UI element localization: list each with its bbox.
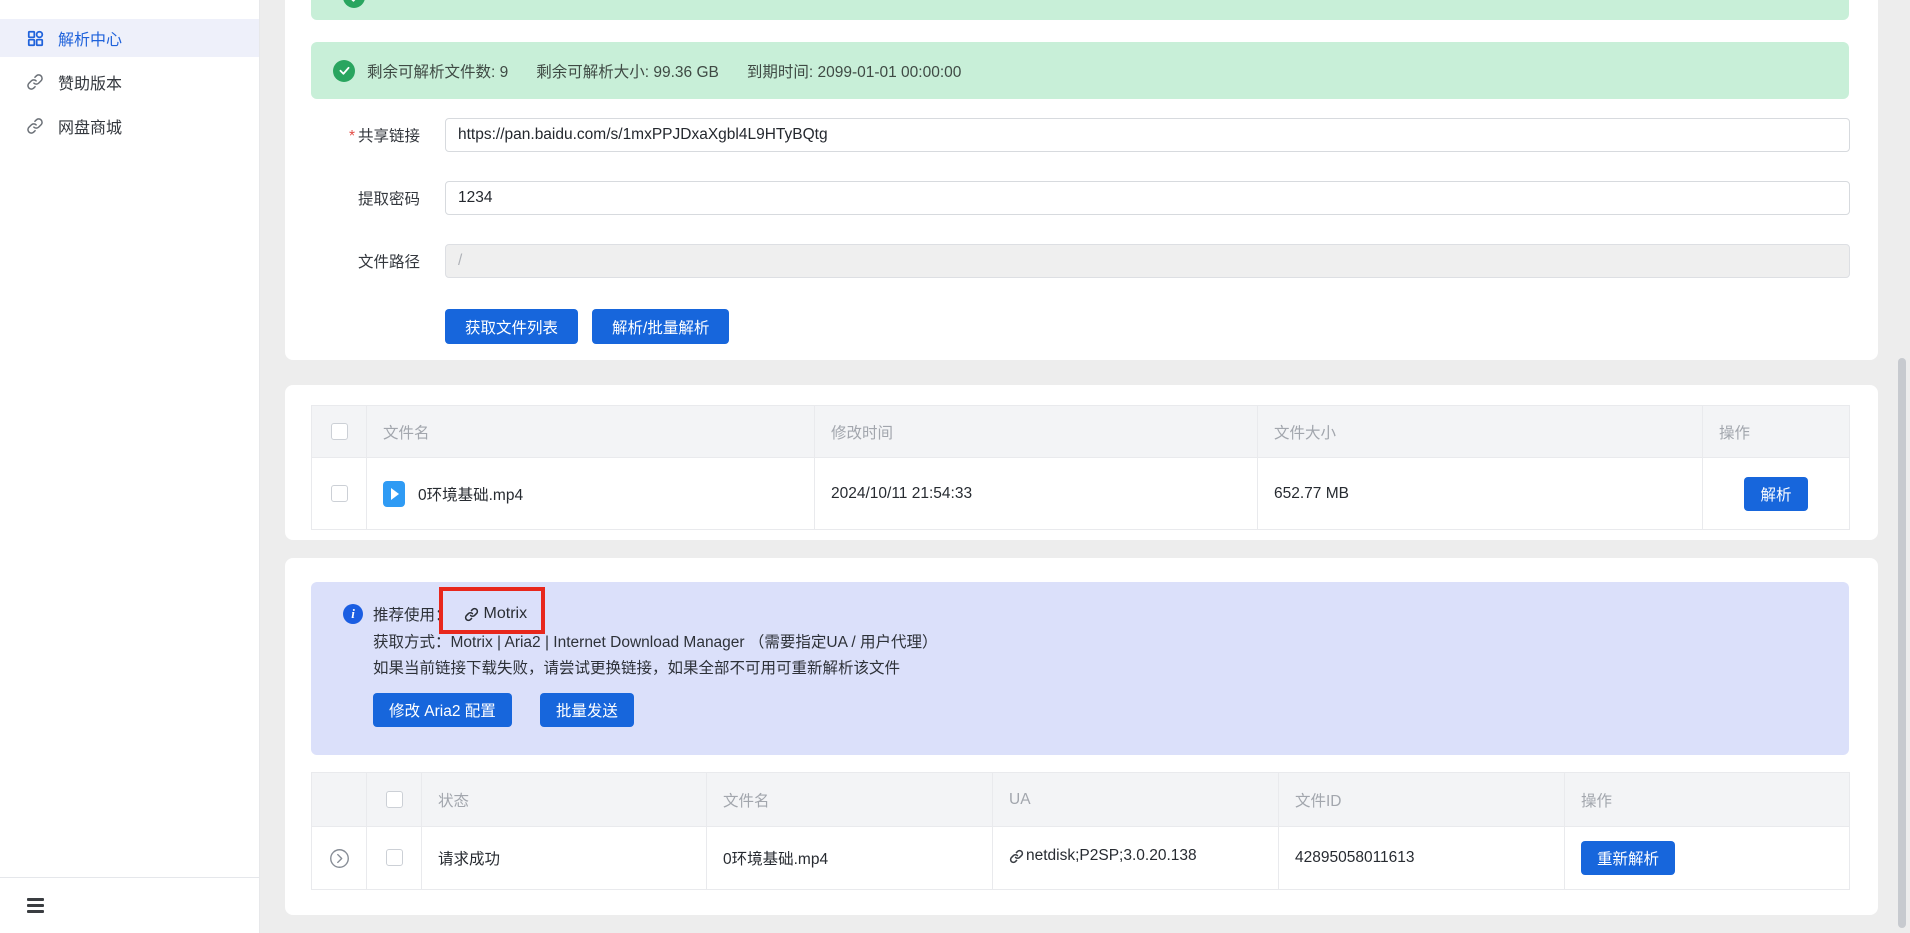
vertical-scrollbar-thumb[interactable] — [1898, 358, 1906, 928]
download-result-card: i 推荐使用： Motrix 获取方式：Motrix | Aria2 | Int… — [285, 558, 1878, 915]
quota-size-text: 剩余可解析大小: 99.36 GB — [536, 60, 719, 82]
batch-send-button[interactable]: 批量发送 — [540, 693, 634, 727]
select-all-checkbox[interactable] — [386, 791, 403, 808]
password-label: 提取密码 — [311, 187, 420, 209]
recommend-label: 推荐使用： — [373, 603, 451, 625]
required-asterisk: * — [349, 128, 355, 145]
download-tip-text: 如果当前链接下载失败，请尝试更换链接，如果全部不可用可重新解析该文件 — [373, 659, 1849, 678]
modify-aria2-config-button[interactable]: 修改 Aria2 配置 — [373, 693, 512, 727]
result-status: 请求成功 — [422, 827, 707, 890]
check-circle-icon — [343, 0, 365, 8]
sidebar-item-sponsor-version[interactable]: 赞助版本 — [0, 63, 259, 101]
download-methods-text: 获取方式：Motrix | Aria2 | Internet Download … — [373, 633, 1849, 652]
row-checkbox[interactable] — [331, 485, 348, 502]
video-file-icon — [383, 481, 405, 507]
password-input[interactable] — [445, 181, 1850, 215]
link-icon — [26, 117, 45, 136]
file-size: 652.77 MB — [1258, 458, 1703, 530]
result-file-name: 0环境基础.mp4 — [707, 827, 993, 890]
share-link-input[interactable] — [445, 118, 1850, 152]
grid-icon — [26, 29, 45, 48]
info-icon: i — [343, 604, 363, 624]
collapse-menu-icon[interactable] — [27, 898, 44, 913]
column-header-ua: UA — [993, 773, 1279, 827]
check-circle-icon — [333, 60, 355, 82]
file-name: 0环境基础.mp4 — [418, 483, 523, 505]
sidebar-footer — [0, 877, 259, 933]
parse-file-button[interactable]: 解析 — [1744, 477, 1807, 511]
motrix-link-label: Motrix — [484, 605, 528, 623]
get-file-list-button[interactable]: 获取文件列表 — [445, 309, 578, 344]
sidebar: 解析中心 赞助版本 网盘商城 — [0, 0, 260, 933]
column-header-status: 状态 — [422, 773, 707, 827]
select-all-checkbox[interactable] — [331, 423, 348, 440]
column-header-fileid: 文件ID — [1279, 773, 1565, 827]
file-table: 文件名 修改时间 文件大小 操作 0环境基础.mp4 2024/10/11 21… — [311, 405, 1850, 530]
result-file-id: 42895058011613 — [1279, 827, 1565, 890]
sidebar-item-parse-center[interactable]: 解析中心 — [0, 19, 259, 57]
column-header-filesize: 文件大小 — [1258, 406, 1703, 458]
link-icon — [26, 73, 45, 92]
column-header-modified: 修改时间 — [815, 406, 1258, 458]
link-icon — [464, 607, 479, 622]
quota-expire-text: 到期时间: 2099-01-01 00:00:00 — [747, 60, 962, 82]
motrix-link[interactable]: Motrix — [464, 605, 528, 623]
sidebar-item-label: 赞助版本 — [58, 70, 122, 94]
success-alert-clipped — [311, 0, 1849, 20]
row-checkbox[interactable] — [386, 849, 403, 866]
quota-alert: 剩余可解析文件数: 9 剩余可解析大小: 99.36 GB 到期时间: 2099… — [311, 42, 1849, 99]
download-tip-panel: i 推荐使用： Motrix 获取方式：Motrix | Aria2 | Int… — [311, 582, 1849, 755]
parse-batch-button[interactable]: 解析/批量解析 — [592, 309, 729, 344]
column-header-filename: 文件名 — [707, 773, 993, 827]
table-row: 请求成功 0环境基础.mp4 netdisk;P2SP;3.0.20.138 — [312, 827, 1850, 890]
quota-files-text: 剩余可解析文件数: 9 — [367, 60, 508, 82]
column-header-action: 操作 — [1703, 406, 1850, 458]
table-row: 0环境基础.mp4 2024/10/11 21:54:33 652.77 MB … — [312, 458, 1850, 530]
column-header-action: 操作 — [1565, 773, 1850, 827]
sidebar-item-label: 解析中心 — [58, 26, 122, 50]
share-link-label: *共享链接 — [311, 124, 420, 146]
parse-form-card: 剩余可解析文件数: 9 剩余可解析大小: 99.36 GB 到期时间: 2099… — [285, 0, 1878, 360]
expand-row-icon[interactable] — [329, 848, 350, 869]
reparse-button[interactable]: 重新解析 — [1581, 841, 1675, 875]
sidebar-item-netdisk-mall[interactable]: 网盘商城 — [0, 107, 259, 145]
link-icon — [1009, 849, 1024, 864]
path-label: 文件路径 — [311, 250, 420, 272]
result-table: 状态 文件名 UA 文件ID 操作 请求成功 — [311, 772, 1850, 890]
file-list-card: 文件名 修改时间 文件大小 操作 0环境基础.mp4 2024/10/11 21… — [285, 385, 1878, 540]
sidebar-item-label: 网盘商城 — [58, 114, 122, 138]
column-header-filename: 文件名 — [367, 406, 815, 458]
file-modified-time: 2024/10/11 21:54:33 — [815, 458, 1258, 530]
path-input — [445, 244, 1850, 278]
ua-value: netdisk;P2SP;3.0.20.138 — [1026, 847, 1197, 865]
main-content: 剩余可解析文件数: 9 剩余可解析大小: 99.36 GB 到期时间: 2099… — [260, 0, 1910, 933]
ua-link[interactable]: netdisk;P2SP;3.0.20.138 — [1009, 847, 1197, 865]
